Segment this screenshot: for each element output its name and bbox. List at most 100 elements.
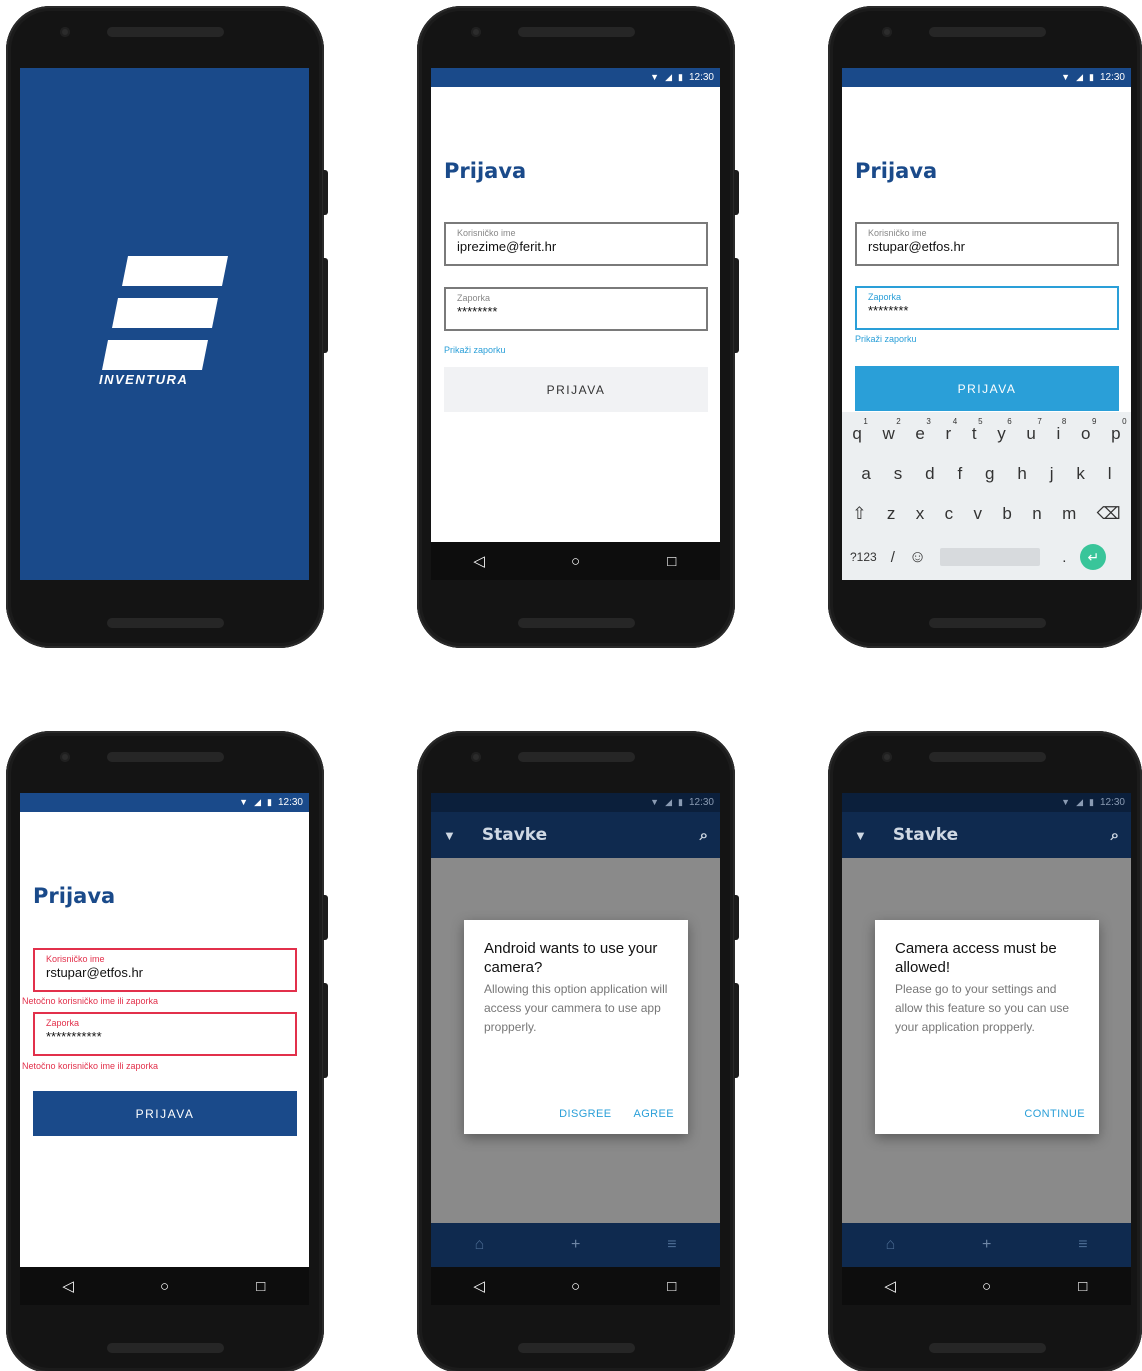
key-x[interactable]: x — [916, 504, 925, 524]
page-title: Prijava — [33, 884, 116, 908]
key-h[interactable]: h — [1017, 464, 1026, 484]
period-key[interactable]: . — [1062, 549, 1066, 566]
key-o[interactable]: o9 — [1081, 417, 1096, 444]
battery-icon: ▮ — [1089, 72, 1094, 82]
phone-splash: INVENTURA — [6, 6, 328, 648]
list-icon[interactable]: ≡ — [1078, 1236, 1087, 1254]
back-icon[interactable]: ◁ — [449, 1277, 509, 1295]
filter-icon[interactable]: ▼ — [443, 828, 456, 843]
filter-icon[interactable]: ▼ — [854, 828, 867, 843]
show-password-link[interactable]: Prikaži zaporku — [855, 334, 917, 344]
phone-login: ▼ ◢ ▮ 12:30 Prijava Korisničko ime iprez… — [417, 6, 739, 648]
home-icon[interactable]: ○ — [545, 553, 605, 570]
key-m[interactable]: m — [1062, 504, 1076, 524]
key-c[interactable]: c — [945, 504, 954, 524]
username-label: Korisničko ime — [868, 228, 927, 238]
username-field[interactable]: Korisničko ime rstupar@etfos.hr — [33, 948, 297, 992]
recents-icon[interactable]: □ — [642, 1278, 702, 1295]
nav-bar: ◁ ○ □ — [20, 1267, 309, 1305]
numbers-key[interactable]: ?123 — [850, 550, 877, 564]
key-f[interactable]: f — [957, 464, 962, 484]
key-l[interactable]: l — [1108, 464, 1112, 484]
status-bar: ▼ ◢ ▮ 12:30 — [842, 793, 1131, 812]
key-t[interactable]: t5 — [972, 417, 983, 444]
search-icon[interactable]: ⌕ — [1111, 827, 1119, 844]
login-keyboard-screen: ▼ ◢ ▮ 12:30 Prijava Korisničko ime rstup… — [842, 68, 1131, 580]
key-a[interactable]: a — [861, 464, 870, 484]
key-d[interactable]: d — [925, 464, 934, 484]
app-bar: ▼ Stavke ⌕ — [842, 812, 1131, 858]
login-button[interactable]: PRIJAVA — [33, 1091, 297, 1136]
page-title: Prijava — [855, 159, 938, 183]
key-q[interactable]: q1 — [852, 417, 867, 444]
signal-icon: ◢ — [1076, 797, 1084, 807]
key-e[interactable]: e3 — [915, 417, 930, 444]
recents-icon[interactable]: □ — [231, 1278, 291, 1295]
add-icon[interactable]: + — [982, 1236, 991, 1254]
key-w[interactable]: w2 — [882, 417, 900, 444]
key-special[interactable]: ⇧ — [852, 504, 866, 524]
username-field[interactable]: Korisničko ime iprezime@ferit.hr — [444, 222, 708, 266]
password-label: Zaporka — [868, 292, 902, 302]
key-s[interactable]: s — [894, 464, 903, 484]
recents-icon[interactable]: □ — [642, 553, 702, 570]
key-u[interactable]: u7 — [1026, 417, 1041, 444]
disagree-button[interactable]: DISGREE — [559, 1108, 611, 1120]
clock: 12:30 — [277, 797, 303, 808]
continue-button[interactable]: CONTINUE — [1024, 1108, 1085, 1120]
app-bar: ▼ Stavke ⌕ — [431, 812, 720, 858]
home-icon[interactable]: ○ — [956, 1278, 1016, 1295]
password-label: Zaporka — [457, 293, 491, 303]
agree-button[interactable]: AGREE — [633, 1108, 674, 1120]
username-label: Korisničko ime — [457, 228, 516, 238]
list-icon[interactable]: ≡ — [667, 1236, 676, 1254]
back-icon[interactable]: ◁ — [449, 552, 509, 570]
enter-icon[interactable]: ↵ — [1080, 544, 1107, 570]
login-button[interactable]: PRIJAVA — [855, 366, 1119, 411]
password-field[interactable]: Zaporka ******** — [444, 287, 708, 331]
password-value: *********** — [46, 1029, 102, 1044]
key-special[interactable]: ⌫ — [1097, 504, 1121, 524]
key-j[interactable]: j — [1050, 464, 1054, 484]
password-label: Zaporka — [46, 1018, 80, 1028]
scan-icon[interactable]: ⌂ — [885, 1236, 895, 1254]
search-icon[interactable]: ⌕ — [700, 827, 708, 844]
key-z[interactable]: z — [887, 504, 896, 524]
back-icon[interactable]: ◁ — [860, 1277, 920, 1295]
key-v[interactable]: v — [974, 504, 983, 524]
password-field[interactable]: Zaporka ******** — [855, 286, 1119, 330]
back-icon[interactable]: ◁ — [38, 1277, 98, 1295]
recents-icon[interactable]: □ — [1053, 1278, 1113, 1295]
add-icon[interactable]: + — [571, 1236, 580, 1254]
key-b[interactable]: b — [1002, 504, 1011, 524]
username-value: rstupar@etfos.hr — [868, 239, 966, 254]
key-y[interactable]: y6 — [997, 417, 1012, 444]
space-key[interactable] — [940, 548, 1041, 566]
scan-icon[interactable]: ⌂ — [474, 1236, 484, 1254]
nav-bar: ◁ ○ □ — [431, 542, 720, 580]
clock: 12:30 — [1099, 797, 1125, 808]
key-hint: 2 — [896, 417, 901, 426]
home-icon[interactable]: ○ — [134, 1278, 194, 1295]
battery-icon: ▮ — [678, 797, 683, 807]
key-g[interactable]: g — [985, 464, 994, 484]
emoji-icon[interactable]: ☺ — [909, 547, 926, 567]
clock: 12:30 — [688, 72, 714, 83]
bottom-nav: ⌂ + ≡ — [842, 1223, 1131, 1267]
key-k[interactable]: k — [1076, 464, 1085, 484]
username-field[interactable]: Korisničko ime rstupar@etfos.hr — [855, 222, 1119, 266]
camera-required-dialog: Camera access must be allowed! Please go… — [875, 920, 1099, 1134]
password-field[interactable]: Zaporka *********** — [33, 1012, 297, 1056]
key-n[interactable]: n — [1032, 504, 1041, 524]
show-password-link[interactable]: Prikaži zaporku — [444, 345, 506, 355]
battery-icon: ▮ — [1089, 797, 1094, 807]
password-error: Netočno korisničko ime ili zaporka — [22, 1061, 159, 1071]
login-button[interactable]: PRIJAVA — [444, 367, 708, 412]
home-icon[interactable]: ○ — [545, 1278, 605, 1295]
keyboard-row-1: q1 w2 e3 r4 t5 y6 u7 i8 o9 p0 — [842, 417, 1131, 444]
key-p[interactable]: p0 — [1111, 417, 1126, 444]
slash-key[interactable]: / — [891, 549, 895, 566]
key-r[interactable]: r4 — [946, 417, 958, 444]
keyboard-row-3: ⇧ z x c v b n m ⌫ — [842, 504, 1131, 524]
key-i[interactable]: i8 — [1057, 417, 1067, 444]
